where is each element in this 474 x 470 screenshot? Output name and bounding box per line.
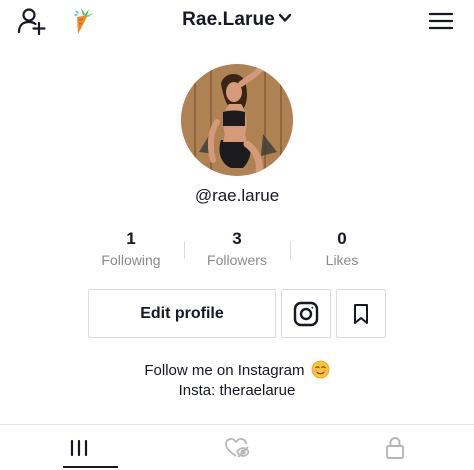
likes-count: 0: [337, 229, 347, 248]
likes-label: Likes: [325, 252, 359, 268]
private-lock-icon: [386, 436, 404, 459]
top-bar: Rae.Larue: [0, 0, 474, 44]
bookmark-icon: [354, 303, 368, 324]
instagram-button[interactable]: [281, 289, 331, 338]
tab-videos[interactable]: [0, 425, 158, 470]
bio-text-1: Follow me on Instagram: [144, 362, 305, 379]
bio-line-1: Follow me on Instagram: [0, 360, 474, 379]
bookmarks-button[interactable]: [336, 289, 386, 338]
menu-icon[interactable]: [428, 11, 454, 31]
avatar[interactable]: [181, 64, 293, 176]
smiling-emoji-icon: [311, 360, 330, 379]
stats-row: 1 Following 3 Followers 0 Likes: [0, 229, 474, 273]
followers-label: Followers: [207, 252, 267, 268]
stat-likes[interactable]: 0 Likes: [287, 229, 397, 269]
tab-liked[interactable]: [158, 425, 316, 470]
profile-title[interactable]: Rae.Larue: [0, 9, 474, 31]
following-label: Following: [101, 252, 161, 268]
stats-divider: [184, 241, 185, 259]
followers-count: 3: [232, 229, 242, 248]
liked-hidden-icon: [225, 437, 250, 458]
active-tab-indicator: [63, 466, 118, 468]
profile-title-text: Rae.Larue: [182, 9, 275, 30]
bio-line-2: Insta: theraelarue: [178, 382, 296, 399]
chevron-down-icon: [278, 14, 292, 23]
stats-divider: [290, 241, 291, 259]
following-count: 1: [126, 229, 136, 248]
stat-following[interactable]: 1 Following: [76, 229, 186, 269]
stat-followers[interactable]: 3 Followers: [182, 229, 292, 269]
avatar-photo: [181, 64, 293, 176]
instagram-icon: [293, 301, 319, 326]
profile-handle: @rae.larue: [194, 186, 280, 205]
tab-private[interactable]: [316, 425, 474, 470]
edit-profile-button[interactable]: Edit profile: [88, 289, 276, 338]
videos-grid-icon: [70, 439, 88, 456]
